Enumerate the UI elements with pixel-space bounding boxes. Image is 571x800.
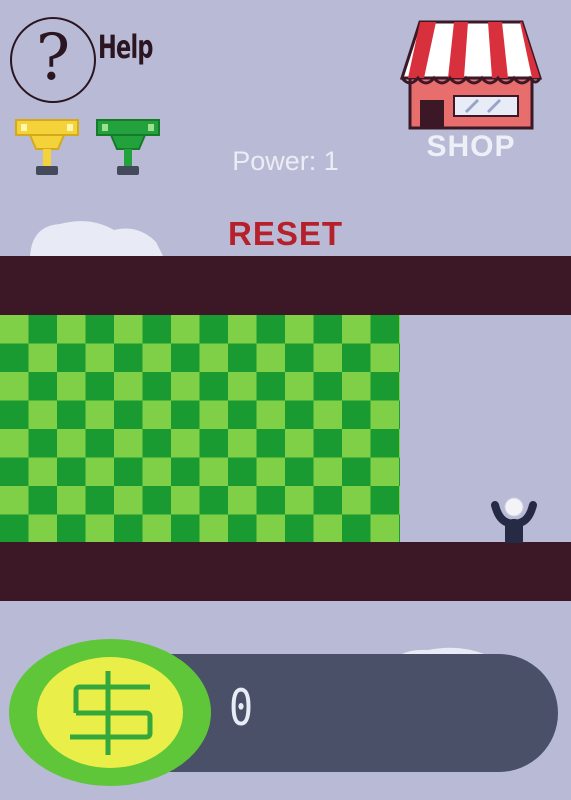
top-wall [0, 256, 571, 315]
help-button[interactable]: ? [10, 17, 96, 103]
question-mark-icon: ? [35, 21, 71, 95]
shop-label[interactable]: SHOP [396, 130, 546, 164]
reset-button[interactable]: RESET [0, 215, 571, 253]
money-value: 0 [229, 679, 254, 737]
help-label[interactable]: Help [98, 28, 153, 66]
dollar-sign-icon [70, 671, 153, 755]
checkered-finish-block [0, 315, 400, 543]
player-character[interactable] [491, 497, 537, 543]
bottom-wall [0, 542, 571, 601]
